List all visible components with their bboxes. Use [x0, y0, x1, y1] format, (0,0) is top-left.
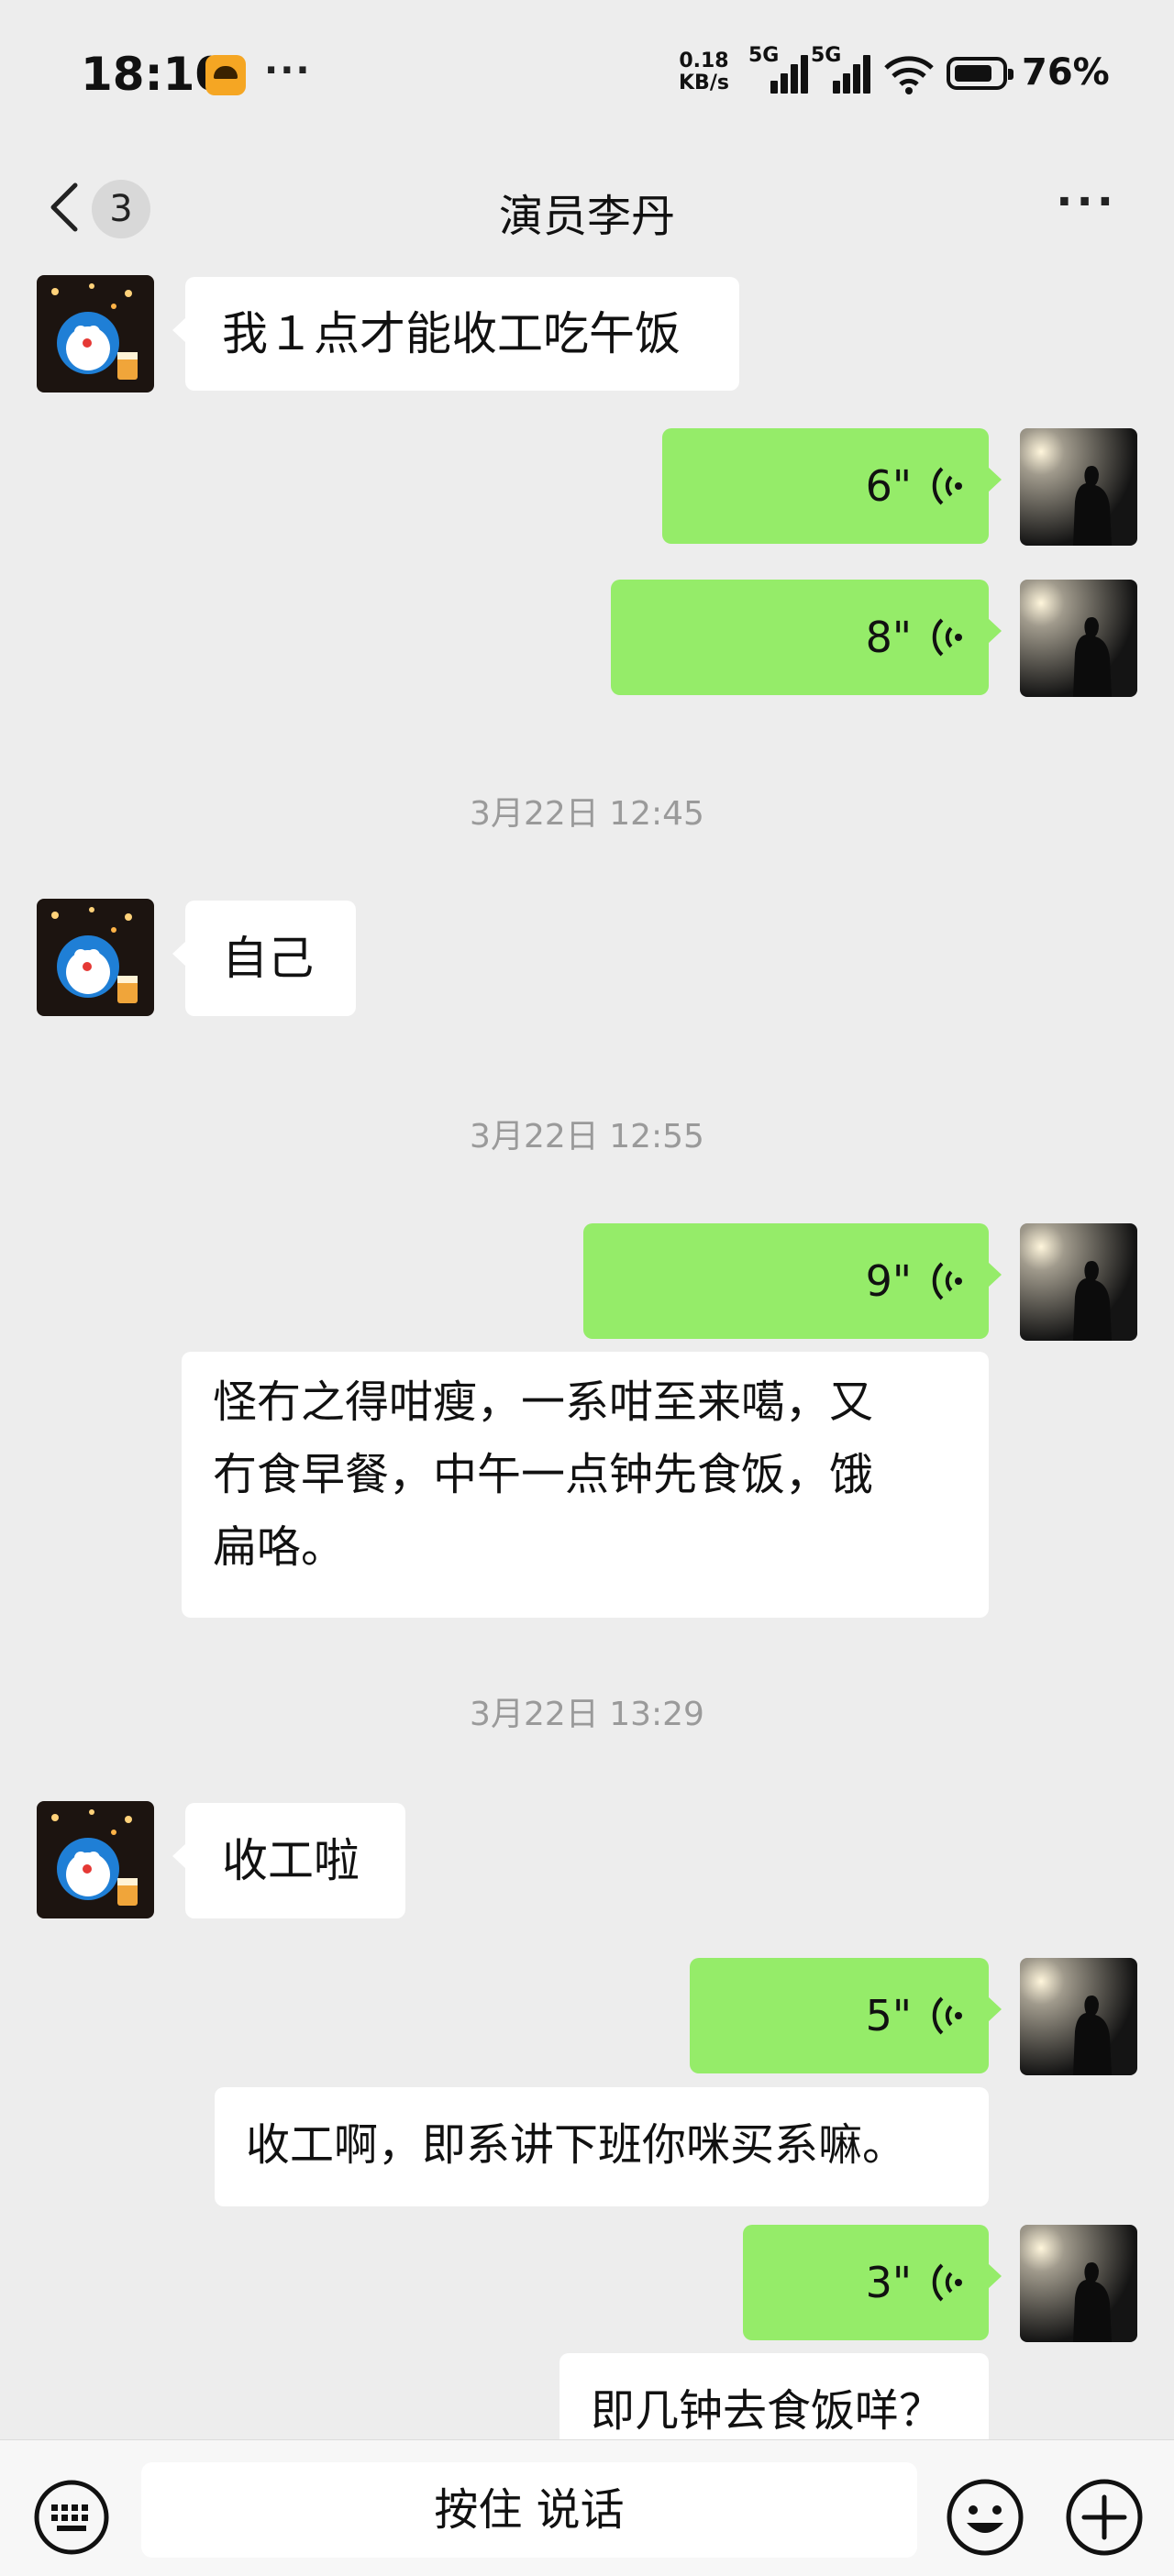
voice-duration: 6" — [865, 461, 912, 511]
emoji-icon[interactable] — [945, 2477, 1025, 2558]
timestamp: 3月22日 12:55 — [470, 1118, 704, 1155]
voice-wave-icon — [932, 2263, 962, 2302]
contact-avatar[interactable] — [37, 1801, 154, 1918]
voice-duration: 3" — [865, 2258, 912, 2307]
contact-avatar[interactable] — [37, 899, 154, 1016]
battery-percent: 76% — [1022, 51, 1110, 94]
voice-message-bubble[interactable]: 6" — [662, 428, 1002, 544]
message-bubble-incoming[interactable]: 收工啦 — [172, 1803, 405, 1918]
unread-count-badge[interactable]: 3 — [92, 180, 150, 238]
input-bar: 按住 说话 — [0, 2439, 1174, 2576]
back-chevron-icon[interactable] — [44, 180, 86, 235]
my-avatar[interactable] — [1020, 1223, 1137, 1341]
message-text: 自己 — [222, 932, 314, 985]
my-avatar[interactable] — [1020, 428, 1137, 546]
status-bar: 18:10 ··· 0.18 KB/s 5G 5G 76% — [0, 0, 1174, 147]
network-speed-unit: KB/s — [679, 72, 729, 94]
more-icon[interactable]: ··· — [1056, 176, 1117, 227]
transcript-line: 扁咯。 — [213, 1521, 346, 1573]
sim1-label: 5G — [748, 44, 780, 67]
chat-title: 演员李丹 — [498, 191, 675, 242]
hold-to-talk-button[interactable]: 按住 说话 — [141, 2462, 917, 2558]
wifi-icon — [884, 56, 934, 94]
voice-wave-icon — [932, 1996, 962, 2035]
voice-duration: 5" — [865, 1991, 912, 2040]
voice-message-bubble[interactable]: 8" — [611, 580, 1002, 695]
signal-sim1-icon: 5G — [748, 44, 808, 94]
voice-wave-icon — [932, 618, 962, 657]
chat-header: 演员李丹 3 ··· — [0, 156, 1174, 260]
voice-message-bubble[interactable]: 5" — [690, 1958, 1002, 2073]
voice-transcript[interactable]: 收工啊，即系讲下班你咪买系嘛。 — [215, 2087, 989, 2206]
voice-message-bubble[interactable]: 3" — [743, 2225, 1002, 2340]
transcript-line: 即几钟去食饭咩？ — [591, 2385, 944, 2437]
timestamp: 3月22日 13:29 — [470, 1696, 704, 1733]
voice-duration: 9" — [865, 1256, 912, 1306]
more-notifications-icon: ··· — [264, 50, 312, 92]
voice-transcript[interactable]: 怪冇之得咁瘦，一系咁至来噶，又 冇食早餐，中午一点钟先食饭，饿 扁咯。 — [182, 1352, 989, 1618]
battery-icon — [947, 57, 1013, 90]
plus-icon[interactable] — [1064, 2477, 1145, 2558]
voice-wave-icon — [932, 467, 962, 505]
signal-sim2-icon: 5G — [811, 44, 870, 94]
my-avatar[interactable] — [1020, 1958, 1137, 2075]
camera-indicator-icon — [205, 55, 246, 95]
message-bubble-incoming[interactable]: 自己 — [172, 901, 356, 1016]
timestamp: 3月22日 12:45 — [470, 795, 704, 833]
voice-duration: 8" — [865, 613, 912, 662]
my-avatar[interactable] — [1020, 580, 1137, 697]
network-speed: 0.18 KB/s — [679, 50, 729, 94]
sim2-label: 5G — [811, 44, 842, 67]
message-bubble-incoming[interactable]: 我１点才能收工吃午饭 — [172, 277, 739, 391]
voice-message-bubble[interactable]: 9" — [583, 1223, 1002, 1339]
message-text: 收工啦 — [222, 1834, 360, 1887]
transcript-line: 收工啊，即系讲下班你咪买系嘛。 — [246, 2119, 907, 2171]
network-speed-value: 0.18 — [679, 50, 729, 72]
my-avatar[interactable] — [1020, 2225, 1137, 2342]
contact-avatar[interactable] — [37, 275, 154, 392]
voice-wave-icon — [932, 1262, 962, 1300]
message-text: 我１点才能收工吃午饭 — [222, 307, 681, 360]
keyboard-icon[interactable] — [33, 2479, 110, 2556]
transcript-line: 怪冇之得咁瘦，一系咁至来噶，又 — [213, 1376, 874, 1428]
transcript-line: 冇食早餐，中午一点钟先食饭，饿 — [213, 1449, 874, 1500]
